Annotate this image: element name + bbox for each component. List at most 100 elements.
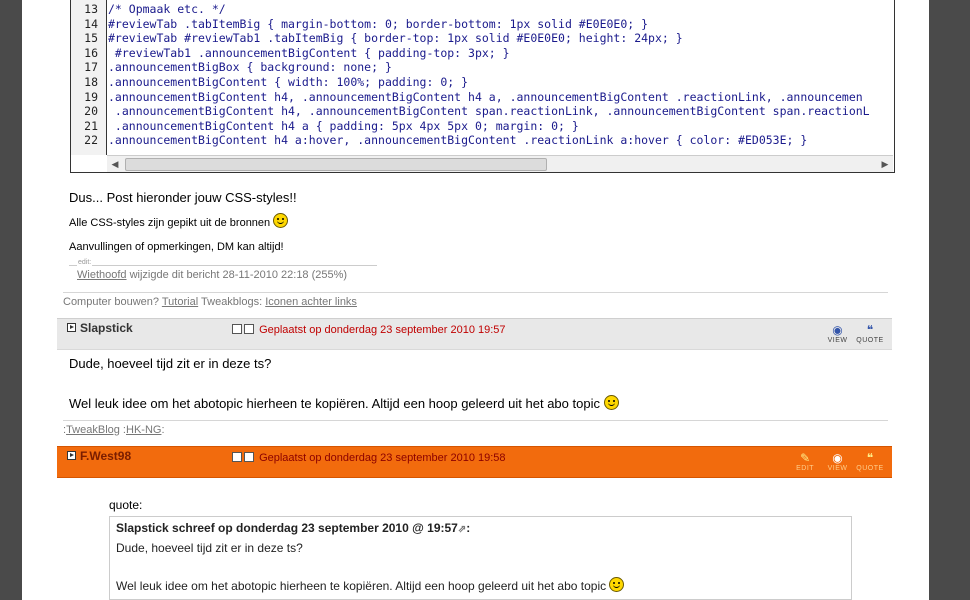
quote-caption: quote:	[109, 498, 143, 512]
edit-button[interactable]: ✎ EDIT	[791, 451, 819, 472]
line-number: 21	[84, 118, 98, 133]
code-text: .announcementBigContent h4 a:hover, .ann…	[108, 133, 808, 148]
edit-detail: wijzigde dit bericht 28-11-2010 22:18 (2…	[126, 269, 348, 281]
print-icon[interactable]	[232, 324, 242, 334]
post-timestamp: Geplaatst op donderdag 23 september 2010…	[232, 452, 506, 464]
post-body: Dude, hoeveel tijd zit er in deze ts? We…	[69, 356, 879, 411]
code-lines: 13 /* Opmaak etc. */ 14 #reviewTab .tabIte…	[71, 2, 894, 155]
post-text: Alle CSS-styles zijn gepikt uit de bronn…	[69, 213, 879, 229]
quote-text: Wel leuk idee om het abotopic hierheen t…	[116, 577, 845, 593]
horizontal-scrollbar[interactable]: ◀ ▶	[107, 155, 893, 172]
external-link-icon[interactable]: ⇗	[458, 524, 466, 535]
author-label[interactable]: Slapstick	[80, 321, 133, 335]
code-text: /* Opmaak etc. */	[108, 2, 226, 16]
code-line: 22 .announcementBigContent h4 a:hover, .a…	[71, 133, 894, 148]
signature-text: Computer bouwen?	[63, 296, 162, 308]
signature-link-tutorial[interactable]: Tutorial	[162, 296, 198, 308]
eye-icon: ◉	[832, 323, 843, 337]
code-line: 13 /* Opmaak etc. */	[71, 2, 894, 17]
code-text: .announcementBigBox { background: none; …	[108, 60, 392, 75]
code-text: .announcementBigContent h4, .announcemen…	[108, 89, 863, 104]
smiley-icon	[273, 213, 289, 228]
signature-text: Tweakblogs:	[198, 296, 266, 308]
smiley-icon	[603, 395, 619, 410]
quote-icon: ❝	[866, 451, 874, 465]
line-number: 22	[84, 133, 98, 148]
report-icon[interactable]	[244, 452, 254, 462]
signature-link-iconen[interactable]: Iconen achter links	[265, 296, 357, 308]
author-label[interactable]: F.West98	[80, 449, 131, 463]
quote-icon: ❝	[866, 323, 874, 337]
code-line: 15 #reviewTab #reviewTab1 .tabItemBig { b…	[71, 31, 894, 46]
code-line: 18 .announcementBigContent { width: 100%;…	[71, 75, 894, 90]
eye-icon: ◉	[832, 451, 843, 465]
quote-label: QUOTE	[856, 337, 884, 344]
post-text: Wel leuk idee om het abotopic hierheen t…	[69, 395, 879, 411]
post-timestamp: Geplaatst op donderdag 23 september 2010…	[232, 324, 506, 336]
print-icon[interactable]	[232, 452, 242, 462]
quote-header: Slapstick schreef op donderdag 23 septem…	[116, 521, 471, 535]
signature: Computer bouwen? Tutorial Tweakblogs: Ic…	[63, 292, 888, 311]
edit-label: EDIT	[796, 465, 815, 472]
expand-icon[interactable]	[67, 451, 76, 460]
code-text: #reviewTab #reviewTab1 .tabItemBig { bor…	[108, 31, 683, 46]
code-text: .announcementBigContent h4, .announcemen…	[108, 104, 870, 119]
post-actions: ◉ VIEW ❝ QUOTE	[824, 323, 884, 349]
post-area: 13 /* Opmaak etc. */ 14 #reviewTab .tabIte…	[57, 0, 895, 600]
page: 13 /* Opmaak etc. */ 14 #reviewTab .tabIte…	[22, 0, 929, 600]
quote-label: QUOTE	[856, 465, 884, 472]
post-text: Aanvullingen of opmerkingen, DM kan alti…	[69, 241, 284, 253]
code-text: .announcementBigContent h4 a { padding: …	[108, 118, 579, 133]
quote-button[interactable]: ❝ QUOTE	[856, 323, 884, 344]
signature-link-hk-ng[interactable]: HK-NG	[126, 424, 161, 436]
quote-author: Slapstick schreef op donderdag 23 septem…	[116, 521, 458, 535]
posted-text: Geplaatst op donderdag 23 september 2010…	[259, 324, 506, 336]
quote-box: Slapstick schreef op donderdag 23 septem…	[109, 516, 852, 600]
line-number: 17	[84, 60, 98, 75]
view-button[interactable]: ◉ VIEW	[824, 323, 852, 344]
code-block: 13 /* Opmaak etc. */ 14 #reviewTab .tabIte…	[70, 0, 895, 173]
quote-text: Dude, hoeveel tijd zit er in deze ts?	[116, 541, 303, 555]
scroll-right-icon[interactable]: ▶	[877, 156, 893, 172]
author-name[interactable]: F.West98	[67, 449, 131, 463]
post-text-span: Alle CSS-styles zijn gepikt uit de bronn…	[69, 217, 271, 229]
line-number: 16	[84, 45, 98, 60]
code-text: .announcementBigContent { width: 100%; p…	[108, 74, 469, 89]
edit-note: edit: Wiethoofd wijzigde dit bericht 28-…	[69, 259, 377, 281]
signature-link-tweakblog[interactable]: TweakBlog	[66, 424, 120, 436]
signature: :TweakBlog :HK-NG:	[63, 420, 888, 439]
scroll-left-icon[interactable]: ◀	[107, 156, 123, 172]
view-label: VIEW	[827, 465, 848, 472]
view-label: VIEW	[827, 337, 848, 344]
smiley-icon	[609, 577, 625, 592]
signature-text: :	[161, 424, 165, 436]
quote-button[interactable]: ❝ QUOTE	[856, 451, 884, 472]
post-text: Dude, hoeveel tijd zit er in deze ts?	[69, 356, 272, 371]
post-text-span: Wel leuk idee om het abotopic hierheen t…	[69, 396, 600, 411]
line-number: 18	[84, 74, 98, 89]
quote-text-span: Wel leuk idee om het abotopic hierheen t…	[116, 579, 607, 593]
post-header: Slapstick Geplaatst op donderdag 23 sept…	[57, 318, 892, 350]
code-text: #reviewTab1 .announcementBigContent { pa…	[108, 45, 510, 60]
scrollbar-thumb[interactable]	[125, 158, 547, 171]
code-line: 16 #reviewTab1 .announcementBigContent {…	[71, 46, 894, 61]
post-body: Dus... Post hieronder jouw CSS-styles!! …	[69, 190, 879, 281]
post-text: Dus... Post hieronder jouw CSS-styles!!	[69, 190, 297, 205]
expand-icon[interactable]	[67, 323, 76, 332]
line-number: 20	[84, 104, 98, 119]
edit-icon: ✎	[800, 451, 811, 465]
edit-label: edit:	[77, 259, 93, 266]
code-line: 19 .announcementBigContent h4, .announcem…	[71, 90, 894, 105]
code-line: 20 .announcementBigContent h4, .announce…	[71, 104, 894, 119]
line-number: 14	[84, 16, 98, 31]
report-icon[interactable]	[244, 324, 254, 334]
code-line: 14 #reviewTab .tabItemBig { margin-bottom…	[71, 17, 894, 32]
view-button[interactable]: ◉ VIEW	[824, 451, 852, 472]
line-number: 19	[84, 89, 98, 104]
line-number: 15	[84, 31, 98, 46]
code-line: 17 .announcementBigBox { background: none…	[71, 60, 894, 75]
edit-user-link[interactable]: Wiethoofd	[77, 269, 127, 281]
post-header: F.West98 Geplaatst op donderdag 23 septe…	[57, 446, 892, 478]
line-number: 13	[84, 2, 98, 16]
author-name[interactable]: Slapstick	[67, 321, 133, 335]
